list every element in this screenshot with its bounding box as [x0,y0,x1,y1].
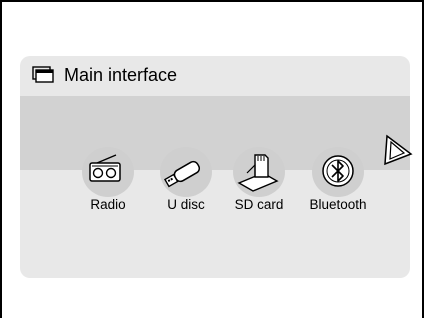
radio-icon [89,154,121,182]
screen-frame: Main interface Radio U disc SD card Blue… [0,0,424,318]
sd-card-icon [237,154,279,192]
usb-drive-icon [163,160,201,188]
page-title: Main interface [64,64,178,85]
panel-header: Main interface [32,62,177,88]
window-stack-icon [32,66,54,83]
bluetooth-icon [322,155,354,187]
next-arrow-icon[interactable] [382,130,414,170]
menu-item-bluetooth[interactable]: Bluetooth [292,147,384,212]
menu-item-label: Bluetooth [309,197,367,212]
main-panel: Main interface Radio U disc SD card Blue… [20,56,410,278]
